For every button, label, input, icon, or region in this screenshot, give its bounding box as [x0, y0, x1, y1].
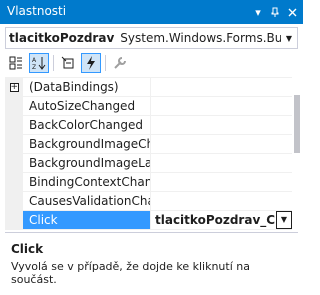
event-value[interactable] — [151, 192, 292, 210]
grid-row[interactable]: + (DataBindings) — [5, 78, 292, 97]
alphabetical-icon[interactable]: AZ — [29, 53, 49, 73]
event-value[interactable] — [151, 97, 292, 115]
description-title: Click — [11, 242, 44, 256]
event-name: CausesValidationChanged — [23, 192, 151, 210]
event-value[interactable] — [151, 116, 292, 134]
event-value[interactable] — [151, 173, 292, 191]
gutter — [5, 211, 23, 229]
event-name: BindingContextChanged — [23, 173, 151, 191]
event-name: BackgroundImageChanged — [23, 135, 151, 153]
chevron-down-icon[interactable]: ▼ — [276, 211, 292, 229]
grid-row[interactable]: BindingContextChanged — [5, 173, 292, 192]
grid-row[interactable]: BackgroundImageChanged — [5, 135, 292, 154]
event-handler-field[interactable]: tlacitkoPozdrav_Click ▼ — [151, 211, 292, 229]
grid-row[interactable]: BackColorChanged — [5, 116, 292, 135]
categorized-icon[interactable] — [6, 53, 26, 73]
description-text: Vyvolá se v případě, že dojde ke kliknut… — [11, 260, 250, 286]
gutter — [5, 116, 23, 134]
gutter — [5, 154, 23, 172]
grid-row[interactable]: BackgroundImageLayoutChanged — [5, 154, 292, 173]
scrollbar-thumb[interactable] — [294, 95, 300, 153]
property-pages-icon[interactable] — [110, 53, 130, 73]
gutter — [5, 173, 23, 191]
grid-row[interactable]: CausesValidationChanged — [5, 192, 292, 211]
properties-icon[interactable] — [58, 53, 78, 73]
object-name: tlacitkoPozdrav — [9, 31, 115, 45]
description-splitter[interactable] — [5, 232, 298, 233]
description-pane: Click Vyvolá se v případě, že dojde ke k… — [11, 242, 296, 286]
toolbar-separator — [53, 55, 54, 71]
dropdown-icon[interactable]: ▾ — [251, 5, 265, 19]
gutter — [5, 192, 23, 210]
event-value[interactable] — [151, 78, 292, 96]
gutter — [5, 135, 23, 153]
window-title: Vlastnosti — [7, 4, 67, 18]
grid-row-selected[interactable]: Click tlacitkoPozdrav_Click ▼ — [5, 211, 292, 230]
toolbar-separator — [105, 55, 106, 71]
vertical-scrollbar[interactable] — [292, 77, 302, 230]
event-value[interactable] — [151, 135, 292, 153]
grid-row[interactable]: AutoSizeChanged — [5, 97, 292, 116]
properties-toolbar: AZ — [0, 51, 303, 75]
pin-icon[interactable] — [268, 5, 282, 19]
svg-text:A: A — [32, 57, 37, 64]
object-type: System.Windows.Forms.Button — [120, 31, 281, 45]
event-name: AutoSizeChanged — [23, 97, 151, 115]
close-icon[interactable] — [285, 5, 299, 19]
event-name: BackgroundImageLayoutChanged — [23, 154, 151, 172]
events-icon[interactable] — [81, 53, 101, 73]
event-name: Click — [23, 211, 151, 229]
object-selector[interactable]: tlacitkoPozdrav System.Windows.Forms.But… — [5, 27, 298, 49]
svg-text:Z: Z — [32, 64, 36, 70]
gutter: + — [5, 78, 23, 96]
chevron-down-icon[interactable]: ▼ — [281, 28, 297, 48]
event-name: BackColorChanged — [23, 116, 151, 134]
expand-icon[interactable]: + — [9, 82, 19, 92]
event-value[interactable] — [151, 154, 292, 172]
event-handler-value[interactable]: tlacitkoPozdrav_Click — [155, 213, 292, 227]
gutter — [5, 97, 23, 115]
title-bar: Vlastnosti ▾ — [0, 0, 303, 24]
event-name: (DataBindings) — [23, 78, 151, 96]
event-grid: + (DataBindings) AutoSizeChanged BackCol… — [5, 77, 292, 230]
